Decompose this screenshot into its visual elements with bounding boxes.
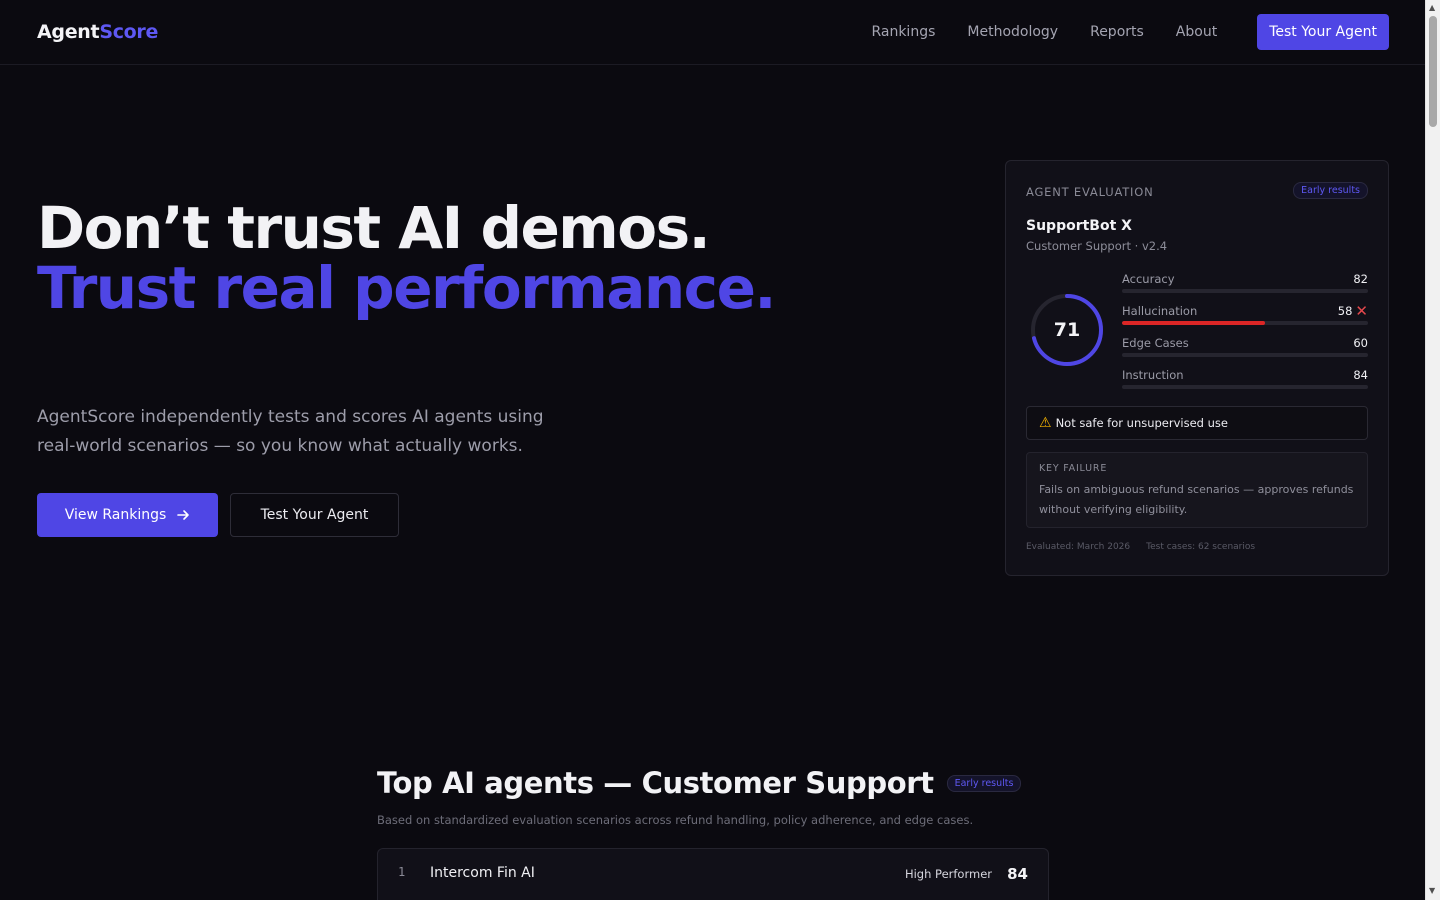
metric-value: 60 <box>1353 336 1368 350</box>
metric-edge-cases: Edge Cases 60 <box>1122 336 1368 368</box>
nav-test-agent-button[interactable]: Test Your Agent <box>1257 14 1389 50</box>
metric-bar-fill <box>1122 321 1265 325</box>
rankings-title-text: Top AI agents — Customer Support <box>377 766 934 800</box>
performance-tag: High Performer <box>904 867 992 881</box>
key-failure-box: Key Failure Fails on ambiguous refund sc… <box>1026 452 1368 528</box>
metric-label: Hallucination <box>1122 304 1198 318</box>
metric-accuracy: Accuracy 82 <box>1122 272 1368 304</box>
nav-links: Rankings Methodology Reports About Test … <box>871 14 1389 50</box>
agent-name: Intercom Fin AI <box>430 865 535 881</box>
test-agent-button[interactable]: Test Your Agent <box>230 493 399 537</box>
card-footer: Evaluated: March 2026 Test cases: 62 sce… <box>1026 542 1255 552</box>
warning-icon: ⚠ <box>1039 415 1052 431</box>
agent-score: 84 <box>1007 865 1028 883</box>
view-rankings-button[interactable]: View Rankings <box>37 493 218 537</box>
nav-link-rankings[interactable]: Rankings <box>871 24 935 40</box>
metric-bar <box>1122 353 1368 357</box>
evaluated-date: Evaluated: March 2026 <box>1026 542 1131 552</box>
warning-text: Not safe for unsupervised use <box>1055 416 1228 430</box>
metric-label: Instruction <box>1122 368 1184 382</box>
scroll-thumb[interactable] <box>1429 16 1437 127</box>
metric-bar <box>1122 289 1368 293</box>
nav-link-about[interactable]: About <box>1176 24 1217 40</box>
logo-accent: Score <box>99 21 159 43</box>
card-eyebrow: Agent Evaluation <box>1026 185 1154 199</box>
scroll-down-arrow-icon[interactable]: ▼ <box>1429 886 1435 896</box>
top-nav: AgentScore Rankings Methodology Reports … <box>0 0 1425 65</box>
metric-hallucination: Hallucination 58 ✕ <box>1122 304 1368 336</box>
metric-bar <box>1122 385 1368 389</box>
rank-number: 1 <box>398 865 406 879</box>
agent-meta: Customer Support · v2.4 <box>1026 239 1168 253</box>
test-cases-count: Test cases: 62 scenarios <box>1146 542 1256 552</box>
arrow-right-icon <box>177 510 190 520</box>
metric-value: 58 ✕ <box>1337 302 1368 320</box>
metric-list: Accuracy 82 Hallucination 58 ✕ Edge Cases… <box>1122 272 1368 400</box>
safety-warning: ⚠ Not safe for unsupervised use <box>1026 406 1368 440</box>
metric-value: 82 <box>1353 272 1368 286</box>
nav-link-methodology[interactable]: Methodology <box>967 24 1058 40</box>
metric-bar <box>1122 321 1368 325</box>
nav-link-reports[interactable]: Reports <box>1090 24 1144 40</box>
ranking-row[interactable]: 1 Intercom Fin AI High Performer 84 <box>377 848 1049 900</box>
scroll-up-arrow-icon[interactable]: ▲ <box>1429 3 1435 13</box>
rankings-title: Top AI agents — Customer Support Early r… <box>377 766 1022 800</box>
overall-score: 71 <box>1053 319 1081 341</box>
agent-name: SupportBot X <box>1026 218 1132 234</box>
logo-prefix: Agent <box>37 21 100 43</box>
agent-evaluation-card: Agent Evaluation Early results SupportBo… <box>1005 160 1389 576</box>
metric-instruction: Instruction 84 <box>1122 368 1368 400</box>
page-scrollbar[interactable]: ▲ ▼ <box>1425 0 1440 900</box>
key-failure-text: Fails on ambiguous refund scenarios — ap… <box>1039 483 1354 516</box>
metric-label: Accuracy <box>1122 272 1175 286</box>
view-rankings-label: View Rankings <box>64 507 167 523</box>
hero-title: Don’t trust AI demos. Trust real perform… <box>37 194 776 322</box>
rankings-early-badge: Early results <box>946 774 1022 792</box>
fail-x-icon: ✕ <box>1355 302 1368 320</box>
rankings-subtitle: Based on standardized evaluation scenari… <box>377 813 974 827</box>
metric-value: 84 <box>1353 368 1368 382</box>
key-failure-label: Key Failure <box>1039 463 1108 474</box>
hero-title-line1: Don’t trust AI demos. <box>37 194 711 262</box>
hero-title-line2: Trust real performance. <box>37 254 776 322</box>
metric-label: Edge Cases <box>1122 336 1189 350</box>
logo[interactable]: AgentScore <box>37 21 158 43</box>
early-results-badge: Early results <box>1293 182 1368 199</box>
hero-subtitle: AgentScore independently tests and score… <box>37 407 544 456</box>
